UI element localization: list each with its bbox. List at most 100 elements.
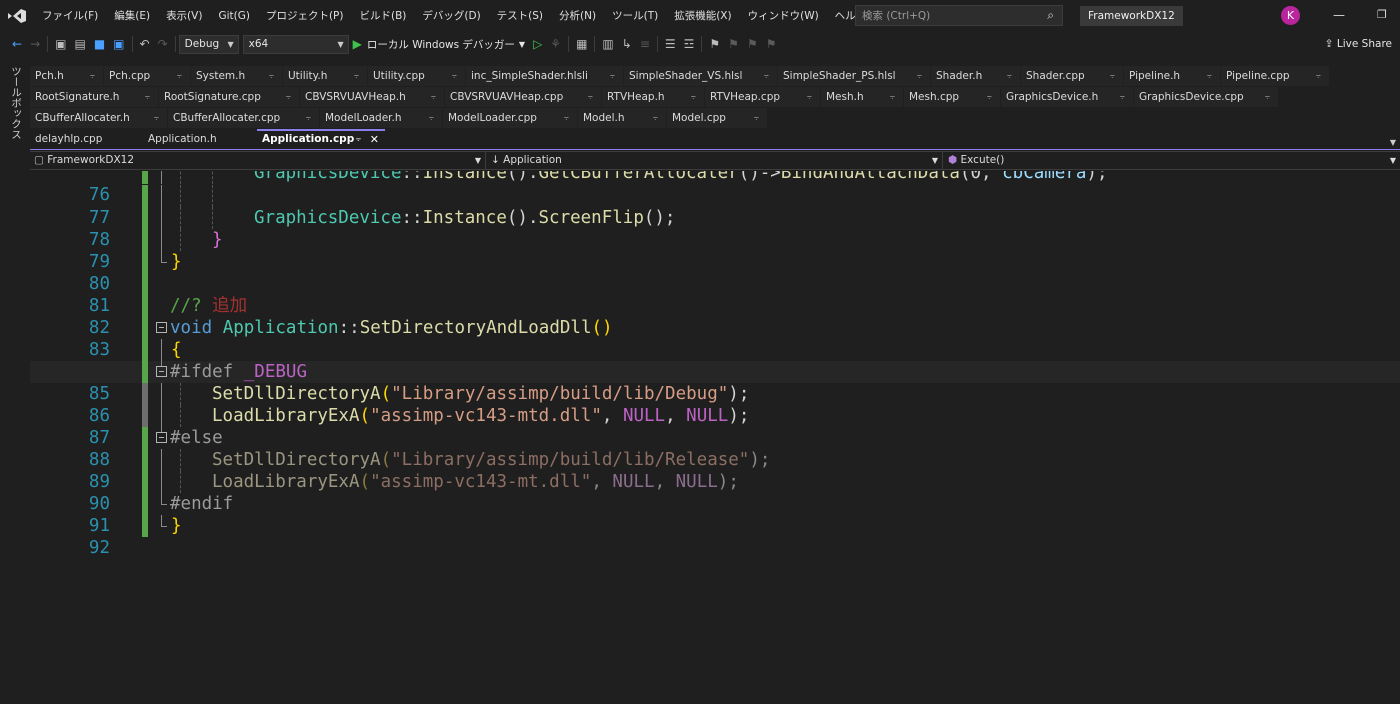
start-without-debugging-icon[interactable]: ▷ <box>529 32 546 56</box>
menu-window[interactable]: ウィンドウ(W) <box>740 0 827 32</box>
code-line-83[interactable]: 83 void Application::SetDirectoryAndLoad… <box>30 317 1400 360</box>
tab-system-h[interactable]: System.h ⨪ <box>191 66 282 86</box>
live-share-button[interactable]: ⇪ Live Share <box>1325 32 1392 56</box>
tab-mesh-h[interactable]: Mesh.h ⨪ <box>821 87 903 107</box>
restore-icon[interactable]: ❐ <box>1377 8 1387 21</box>
collapse-icon[interactable] <box>156 431 167 443</box>
comment-lines-icon[interactable]: ☰ <box>661 32 680 56</box>
code-line-91[interactable]: 91 #endif <box>30 492 1400 536</box>
menu-analyze[interactable]: 分析(N) <box>551 0 604 32</box>
window-layout-icon[interactable]: ▥ <box>598 32 617 56</box>
bookmark-icon[interactable]: ⚑ <box>705 32 724 56</box>
project-dropdown[interactable]: ▢ FrameworkDX12 ▼ <box>30 152 486 169</box>
tab-pipeline-h[interactable]: Pipeline.h ⨪ <box>1124 66 1220 86</box>
tab-application-h[interactable]: Application.h <box>143 129 256 149</box>
hot-reload-icon[interactable]: ⚘ <box>546 32 565 56</box>
pin-icon[interactable]: ⨪ <box>764 66 769 86</box>
pin-icon[interactable]: ⨪ <box>1120 87 1125 107</box>
tab-shader-cpp[interactable]: Shader.cpp ⨪ <box>1021 66 1123 86</box>
tab-mesh-cpp[interactable]: Mesh.cpp ⨪ <box>904 87 1000 107</box>
pin-icon[interactable]: ⨪ <box>890 87 895 107</box>
minimize-icon[interactable]: — <box>1333 8 1345 22</box>
menu-view[interactable]: 表示(V) <box>158 0 210 32</box>
tab-overflow-chevron-icon[interactable]: ▼ <box>1390 138 1396 147</box>
tab-delayhlp-cpp[interactable]: delayhlp.cpp <box>30 129 142 149</box>
pin-icon[interactable]: ⨪ <box>452 66 457 86</box>
code-line-77[interactable]: 77 <box>30 184 1400 228</box>
pin-icon[interactable]: ⨪ <box>807 87 812 107</box>
tab-pipeline-cpp[interactable]: Pipeline.cpp ⨪ <box>1221 66 1329 86</box>
tab-graphicsdevice-h[interactable]: GraphicsDevice.h ⨪ <box>1001 87 1133 107</box>
pin-icon[interactable]: ⨪ <box>564 108 569 128</box>
pin-icon[interactable]: ⨪ <box>1007 66 1012 86</box>
pin-icon[interactable]: ⨪ <box>691 87 696 107</box>
next-bookmark-icon[interactable]: ⚑ <box>743 32 762 56</box>
save-icon[interactable]: ■ <box>90 32 109 56</box>
tab-cbvsrvuavheap-cpp[interactable]: CBVSRVUAVHeap.cpp ⨪ <box>445 87 601 107</box>
start-debugging-button[interactable]: ▶ ローカル Windows デバッガー ▼ <box>349 37 529 52</box>
menu-extensions[interactable]: 拡張機能(X) <box>666 0 739 32</box>
visual-studio-logo-icon[interactable] <box>0 0 34 32</box>
tab-pch-cpp[interactable]: Pch.cpp ⨪ <box>104 66 190 86</box>
code-line-78[interactable]: 78 GraphicsDevice::Instance().ScreenFlip… <box>30 206 1400 250</box>
code-line-81[interactable]: 81 <box>30 273 1400 316</box>
tab-application-cpp[interactable]: Application.cpp ⨪ ✕ <box>257 129 385 149</box>
collapse-icon[interactable] <box>156 321 167 333</box>
platform-select[interactable]: x64 ▼ <box>242 34 349 54</box>
tab-simpleshader-ps[interactable]: SimpleShader_PS.hlsl ⨪ <box>778 66 930 86</box>
pin-icon[interactable]: ⨪ <box>754 108 759 128</box>
tab-rtvheap-h[interactable]: RTVHeap.h ⨪ <box>602 87 704 107</box>
breakpoints-icon[interactable]: ≡ <box>636 32 654 56</box>
menu-tools[interactable]: ツール(T) <box>604 0 666 32</box>
code-line-85[interactable]: 85 #ifdef _DEBUG <box>30 360 1400 404</box>
pin-icon[interactable]: ⨪ <box>354 66 359 86</box>
clear-bookmarks-icon[interactable]: ⚑ <box>762 32 781 56</box>
pin-icon[interactable]: ⨪ <box>1110 66 1115 86</box>
pin-icon[interactable]: ⨪ <box>588 87 593 107</box>
menu-file[interactable]: ファイル(F) <box>34 0 106 32</box>
code-line-82[interactable]: 82 //? 追加 <box>30 295 1400 338</box>
code-line-80[interactable]: 80 } <box>30 250 1400 294</box>
pin-icon[interactable]: ⨪ <box>431 87 436 107</box>
pin-icon[interactable]: ⨪ <box>917 66 922 86</box>
tab-utility-cpp[interactable]: Utility.cpp ⨪ <box>368 66 465 86</box>
code-editor[interactable]: 76 GraphicsDevice::Instance().GetCBuffer… <box>30 171 1400 704</box>
new-item-icon[interactable]: ▣ <box>51 32 70 56</box>
uncomment-lines-icon[interactable]: ☲ <box>680 32 699 56</box>
tab-modelloader-h[interactable]: ModelLoader.h ⨪ <box>320 108 442 128</box>
pin-icon[interactable]: ⨪ <box>356 131 361 148</box>
tab-pch-h[interactable]: Pch.h ⨪ <box>30 66 103 86</box>
navigate-back-icon[interactable]: ← <box>8 32 26 56</box>
tab-graphicsdevice-cpp[interactable]: GraphicsDevice.cpp ⨪ <box>1134 87 1278 107</box>
pin-icon[interactable]: ⨪ <box>177 66 182 86</box>
code-line-84[interactable]: 84 { <box>30 338 1400 382</box>
pin-icon[interactable]: ⨪ <box>286 87 291 107</box>
scope-dropdown[interactable]: ↓ Application ▼ <box>487 152 943 169</box>
menu-debug[interactable]: デバッグ(D) <box>414 0 488 32</box>
tab-shader-h[interactable]: Shader.h ⨪ <box>931 66 1020 86</box>
open-folder-icon[interactable]: ▤ <box>70 32 89 56</box>
member-dropdown[interactable]: ⬢ Excute() ▼ <box>944 152 1400 169</box>
pin-icon[interactable]: ⨪ <box>1207 66 1212 86</box>
code-line-86[interactable]: 86 SetDllDirectoryA("Library/assimp/buil… <box>30 382 1400 426</box>
tab-inc-simpleshader[interactable]: inc_SimpleShader.hlsli ⨪ <box>466 66 623 86</box>
close-icon[interactable]: ✕ <box>370 131 379 148</box>
tab-model-cpp[interactable]: Model.cpp ⨪ <box>667 108 767 128</box>
pin-icon[interactable]: ⨪ <box>306 108 311 128</box>
browse-icon[interactable]: ▦ <box>572 32 591 56</box>
save-all-icon[interactable]: ▣ <box>109 32 128 56</box>
tab-rootsignature-h[interactable]: RootSignature.h ⨪ <box>30 87 158 107</box>
menu-edit[interactable]: 編集(E) <box>106 0 158 32</box>
menu-project[interactable]: プロジェクト(P) <box>258 0 352 32</box>
tab-rootsignature-cpp[interactable]: RootSignature.cpp ⨪ <box>159 87 299 107</box>
pin-icon[interactable]: ⨪ <box>653 108 658 128</box>
pin-icon[interactable]: ⨪ <box>269 66 274 86</box>
step-icon[interactable]: ↳ <box>618 32 636 56</box>
code-line-92[interactable]: 92 } <box>30 514 1400 558</box>
collapse-icon[interactable] <box>156 365 167 377</box>
pin-icon[interactable]: ⨪ <box>987 87 992 107</box>
toolbox-tab[interactable]: ツールボックス <box>9 66 24 140</box>
tab-utility-h[interactable]: Utility.h ⨪ <box>283 66 367 86</box>
tab-rtvheap-cpp[interactable]: RTVHeap.cpp ⨪ <box>705 87 820 107</box>
search-input[interactable]: 検索 (Ctrl+Q) ⌕ <box>855 5 1063 26</box>
